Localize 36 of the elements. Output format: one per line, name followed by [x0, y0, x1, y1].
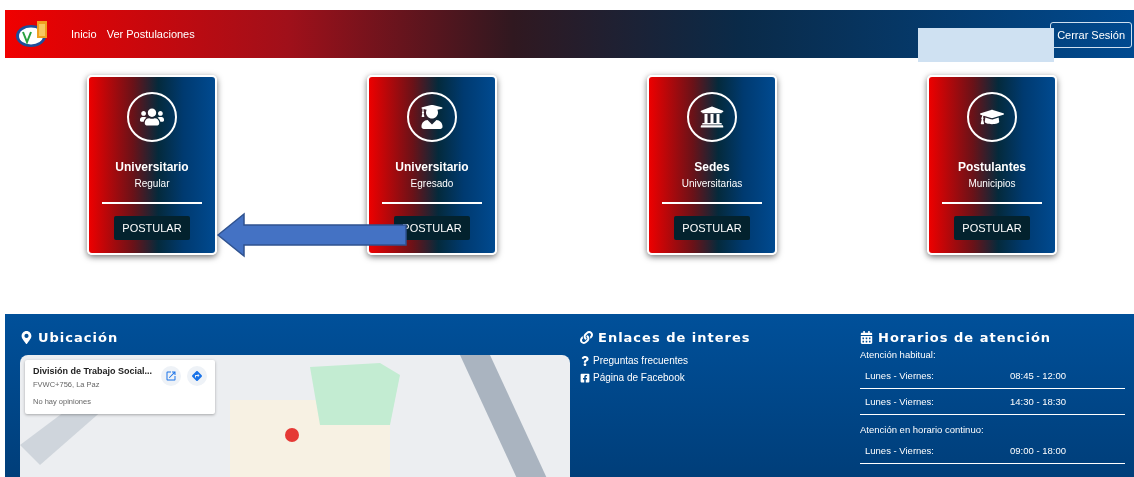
- days-cell-text: Lunes - Viernes:: [865, 370, 935, 381]
- apply-button[interactable]: POSTULAR: [114, 216, 190, 240]
- footer-link[interactable]: Página de Facebook: [580, 372, 860, 383]
- link-icon: [580, 331, 593, 344]
- hours-group-label: Atención habitual:: [860, 349, 937, 360]
- card-subtitle: Municipios: [968, 178, 1016, 189]
- open-external-icon[interactable]: [161, 366, 181, 386]
- time-cell-text: 09:00 - 18:00: [1010, 445, 1067, 456]
- map-pin-icon: [20, 331, 33, 344]
- card-title: Postulantes: [958, 160, 1026, 174]
- nav-link[interactable]: Inicio: [71, 28, 97, 40]
- directions-icon[interactable]: [187, 366, 207, 386]
- hours-group-label: Atención en horario continuo:: [860, 424, 985, 435]
- people-icon: [127, 92, 177, 142]
- building-icon: [687, 92, 737, 142]
- days-cell-text: Lunes - Viernes:: [865, 396, 935, 407]
- apply-button[interactable]: POSTULAR: [954, 216, 1030, 240]
- card-title: Sedes: [694, 160, 730, 174]
- graduate-icon: [407, 92, 457, 142]
- question-icon: [580, 355, 590, 366]
- days-cell-text: Lunes - Viernes:: [865, 445, 935, 456]
- nav-link[interactable]: Ver Postulaciones: [106, 28, 195, 40]
- footer-link[interactable]: Preguntas frecuentes: [580, 355, 860, 366]
- location-heading: Ubicación: [20, 330, 570, 345]
- facebook-icon: [580, 372, 590, 383]
- card-subtitle: Regular: [134, 178, 170, 189]
- graduation-cap-icon: [967, 92, 1017, 142]
- links-heading: Enlaces de interes: [580, 330, 860, 345]
- place-name: División de Trabajo Social...: [33, 366, 154, 378]
- apply-button[interactable]: POSTULAR: [674, 216, 750, 240]
- time-cell-text: 14:30 - 18:30: [1010, 396, 1067, 407]
- time-cell-text: 08:45 - 12:00: [1010, 370, 1067, 381]
- hours-heading: Horarios de atención: [860, 330, 1125, 345]
- card-subtitle: Universitarias: [681, 178, 743, 189]
- calendar-icon: [860, 331, 873, 344]
- card-subtitle: Egresado: [410, 178, 454, 189]
